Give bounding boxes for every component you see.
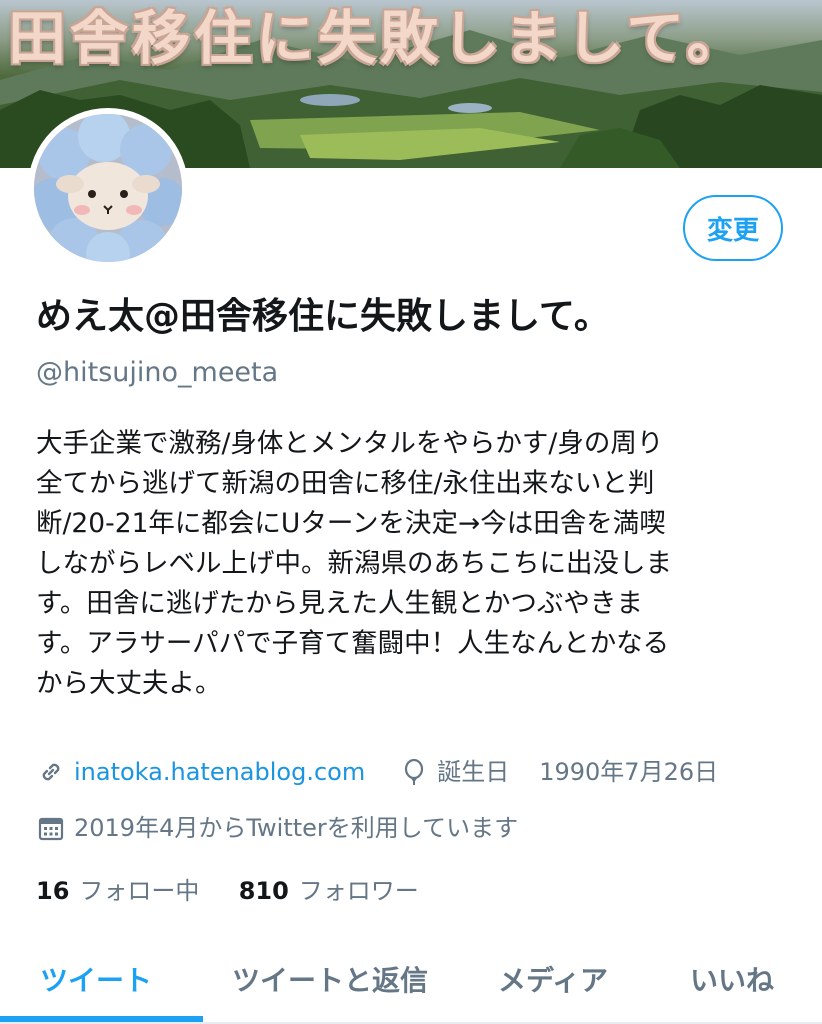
- tab-media[interactable]: メディア: [498, 950, 608, 1008]
- balloon-icon: [399, 757, 429, 787]
- profile-bio: 大手企業で激務/身体とメンタルをやらかす/身の周り 全てから逃げて新潟の田舎に移…: [36, 424, 796, 704]
- avatar[interactable]: [28, 108, 188, 268]
- bio-line: から大丈夫よ。: [36, 668, 222, 699]
- bio-line: 断/20-21年に都会にUターンを決定→今は田舎を満喫: [36, 508, 666, 539]
- following-link[interactable]: 16 フォロー中: [36, 877, 207, 905]
- followers-count: 810: [238, 877, 289, 905]
- sheep-plush-icon: [34, 114, 182, 262]
- followers-link[interactable]: 810 フォロワー: [239, 877, 419, 905]
- bio-line: しながらレベル上げ中。新潟県のあちこちに出没しま: [36, 548, 672, 579]
- birthday-label: 誕生日: [437, 758, 510, 786]
- bio-line: す。田舎に逃げたから見えた人生観とかつぶやきま: [36, 588, 643, 619]
- website-link[interactable]: inatoka.hatenablog.com: [74, 754, 365, 790]
- joined-text: 2019年4月からTwitterを利用しています: [74, 814, 519, 842]
- bio-line: 全てから逃げて新潟の田舎に移住/永住出来ないと判: [36, 468, 655, 499]
- tab-tweets-and-replies[interactable]: ツイートと返信: [232, 950, 428, 1008]
- calendar-icon: [36, 813, 66, 843]
- link-icon: [36, 757, 66, 787]
- bio-line: す。アラサーパパで子育て奮闘中！人生なんとかなる: [36, 628, 670, 659]
- profile-page: 田舎移住に失敗しまして。 変更 めえ太@田舎移住に失敗しまして。 @hitsuj…: [0, 0, 822, 1024]
- joined-row: 2019年4月からTwitterを利用しています: [36, 810, 518, 846]
- tab-tweets[interactable]: ツイート: [40, 950, 152, 1008]
- profile-meta-row: inatoka.hatenablog.com 誕生日 1990年7月26日: [36, 754, 718, 790]
- bio-line: 大手企業で激務/身体とメンタルをやらかす/身の周り: [36, 428, 664, 459]
- following-count: 16: [36, 877, 70, 905]
- tab-likes[interactable]: いいね: [690, 950, 774, 1008]
- profile-tabs: ツイート ツイートと返信 メディア いいね: [0, 942, 822, 1024]
- birthday-value: 1990年7月26日: [539, 758, 719, 786]
- avatar-image: [34, 114, 182, 262]
- follow-stats: 16 フォロー中 810 フォロワー: [36, 874, 419, 908]
- followers-label: フォロワー: [298, 877, 419, 905]
- profile-name: めえ太@田舎移住に失敗しまして。: [36, 296, 610, 337]
- profile-handle: @hitsujino_meeta: [36, 357, 279, 388]
- edit-profile-button[interactable]: 変更: [683, 195, 783, 261]
- banner-title: 田舎移住に失敗しまして。: [8, 4, 749, 72]
- following-label: フォロー中: [79, 877, 200, 905]
